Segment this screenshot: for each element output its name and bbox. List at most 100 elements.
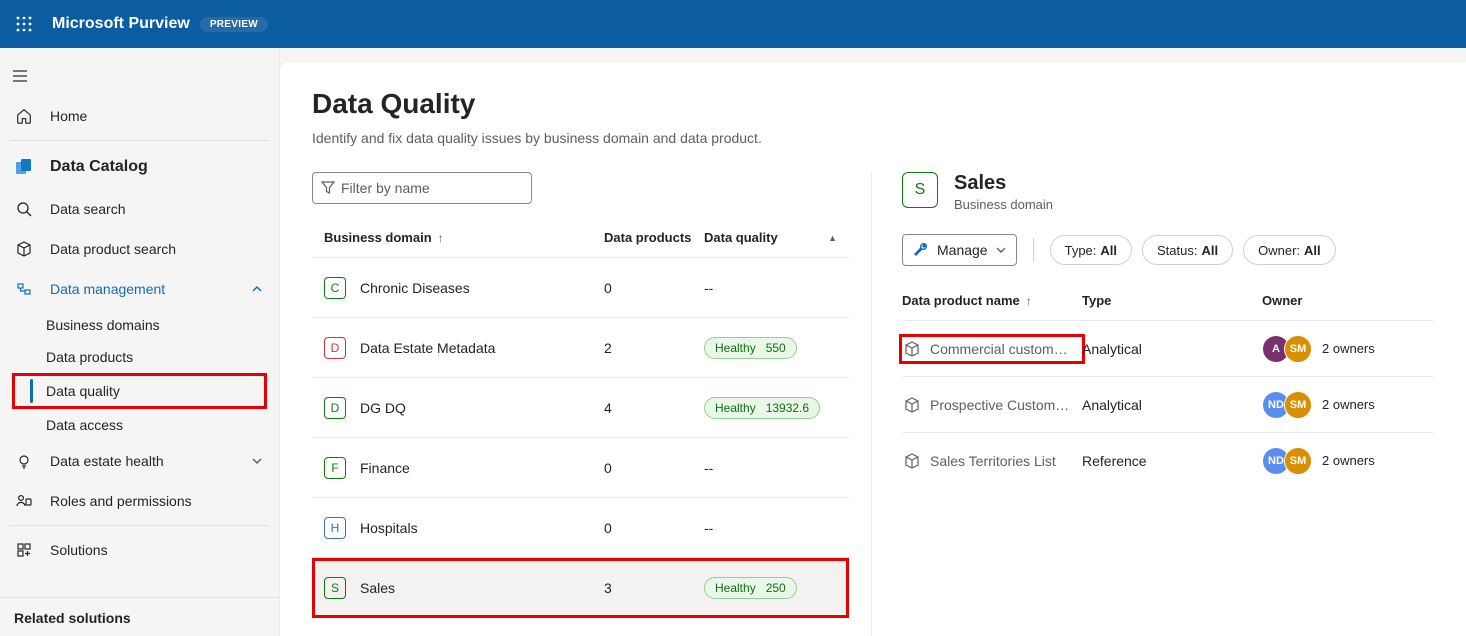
sidebar-item-roles[interactable]: Roles and permissions <box>0 481 279 521</box>
sidebar-item-solutions[interactable]: Solutions <box>0 530 279 570</box>
sort-indicator-icon: ▲ <box>828 233 837 243</box>
filter-owner[interactable]: Owner:All <box>1243 235 1336 265</box>
page-title: Data Quality <box>312 88 1434 120</box>
domain-row[interactable]: C Chronic Diseases 0 -- <box>312 258 849 318</box>
management-icon <box>14 279 34 299</box>
sidebar-item-search[interactable]: Data search <box>0 189 279 229</box>
filter-type[interactable]: Type:All <box>1050 235 1132 265</box>
product-name-cell: Prospective Custom… <box>902 393 1082 417</box>
col-owner[interactable]: Owner <box>1262 293 1434 308</box>
domain-row[interactable]: F Finance 0 -- <box>312 438 849 498</box>
col-data-products[interactable]: Data products <box>604 230 704 245</box>
col-data-quality[interactable]: Data quality▲ <box>704 230 837 245</box>
sidebar-product-search-label: Data product search <box>50 241 265 257</box>
col-business-domain[interactable]: Business domain↑ <box>324 230 604 245</box>
hamburger-icon[interactable] <box>4 60 36 92</box>
divider <box>10 140 269 141</box>
table-header: Business domain↑ Data products Data qual… <box>312 218 849 258</box>
owner-count: 2 owners <box>1322 397 1375 412</box>
dq-value: -- <box>704 280 713 296</box>
health-pill: Healthy250 <box>704 577 797 599</box>
sidebar-solutions-label: Solutions <box>50 542 265 558</box>
domain-row[interactable]: D DG DQ 4 Healthy13932.6 <box>312 378 849 438</box>
content-wrap: Data Quality Identify and fix data quali… <box>280 48 1466 636</box>
domain-row[interactable]: D Data Estate Metadata 2 Healthy550 <box>312 318 849 378</box>
sidebar-item-home[interactable]: Home <box>0 96 279 136</box>
sidebar-item-health[interactable]: Data estate health <box>0 441 279 481</box>
divider <box>10 525 269 526</box>
col-product-name[interactable]: Data product name↑ <box>902 293 1082 308</box>
product-name-cell: Sales Territories List <box>902 449 1082 473</box>
dq-value: -- <box>704 520 713 536</box>
sidebar-heading-catalog: Data Catalog <box>0 145 279 189</box>
domain-row[interactable]: S Sales 3 Healthy250 <box>312 558 849 618</box>
product-name: Sales Territories List <box>930 453 1056 469</box>
domain-row[interactable]: H Hospitals 0 -- <box>312 498 849 558</box>
health-pill: Healthy550 <box>704 337 797 359</box>
cube-icon <box>14 239 34 259</box>
chevron-down-icon <box>996 242 1006 258</box>
col-type[interactable]: Type <box>1082 293 1262 308</box>
sidebar-sub-access[interactable]: Data access <box>0 409 279 441</box>
app-launcher-icon[interactable] <box>8 8 40 40</box>
detail-subtitle: Business domain <box>954 197 1053 212</box>
avatar: SM <box>1284 391 1312 419</box>
cube-icon <box>904 397 920 413</box>
domain-product-count: 0 <box>604 280 704 296</box>
sidebar-management-label: Data management <box>50 281 235 297</box>
sidebar-sub-domains[interactable]: Business domains <box>0 309 279 341</box>
domain-name: DG DQ <box>360 400 406 416</box>
domain-product-count: 2 <box>604 340 704 356</box>
product-type: Reference <box>1082 453 1262 469</box>
sidebar-quality-label: Data quality <box>46 383 120 399</box>
sidebar-item-product-search[interactable]: Data product search <box>0 229 279 269</box>
sidebar-roles-label: Roles and permissions <box>50 493 265 509</box>
product-name: Prospective Custom… <box>930 397 1069 413</box>
detail-toolbar: Manage Type:All Status:All Owner:All <box>902 234 1434 266</box>
filter-status[interactable]: Status:All <box>1142 235 1233 265</box>
apps-icon <box>14 540 34 560</box>
sidebar-search-label: Data search <box>50 201 265 217</box>
domain-product-count: 0 <box>604 520 704 536</box>
product-row[interactable]: Commercial custom… Analytical ASM 2 owne… <box>902 320 1434 376</box>
sidebar-sub-products[interactable]: Data products <box>0 341 279 373</box>
domain-name: Chronic Diseases <box>360 280 470 296</box>
cube-icon <box>904 341 920 357</box>
product-name-cell: Commercial custom… <box>902 337 1082 361</box>
sidebar-sub-quality[interactable]: Data quality <box>14 375 265 407</box>
chevron-down-icon <box>251 454 265 468</box>
sidebar-health-label: Data estate health <box>50 453 235 469</box>
roles-icon <box>14 491 34 511</box>
wrench-icon <box>913 241 929 260</box>
domain-table: Business domain↑ Data products Data qual… <box>312 218 849 618</box>
sidebar-item-management[interactable]: Data management <box>0 269 279 309</box>
home-icon <box>14 106 34 126</box>
domain-product-count: 0 <box>604 460 704 476</box>
bulb-icon <box>14 451 34 471</box>
health-pill: Healthy13932.6 <box>704 397 820 419</box>
detail-header: S Sales Business domain <box>902 172 1434 212</box>
brand-name: Microsoft Purview <box>52 15 190 33</box>
domain-list-pane: Filter by name Business domain↑ Data pro… <box>312 172 872 636</box>
page-subtitle: Identify and fix data quality issues by … <box>312 130 1434 146</box>
product-row[interactable]: Prospective Custom… Analytical NDSM 2 ow… <box>902 376 1434 432</box>
active-indicator <box>30 379 33 403</box>
divider <box>1033 238 1034 262</box>
product-owner: NDSM 2 owners <box>1262 447 1434 475</box>
dq-value: -- <box>704 460 713 476</box>
sidebar-catalog-label: Data Catalog <box>50 158 148 176</box>
sidebar-related-heading: Related solutions <box>0 597 279 636</box>
detail-pane: S Sales Business domain Manage <box>872 172 1434 636</box>
product-row[interactable]: Sales Territories List Reference NDSM 2 … <box>902 432 1434 488</box>
manage-button[interactable]: Manage <box>902 234 1017 266</box>
filter-input[interactable]: Filter by name <box>312 172 532 204</box>
filter-icon <box>321 180 335 197</box>
chevron-up-icon <box>251 282 265 296</box>
domain-chip: S <box>324 577 346 599</box>
detail-title: Sales <box>954 172 1053 195</box>
owner-count: 2 owners <box>1322 341 1375 356</box>
top-bar: Microsoft Purview PREVIEW <box>0 0 1466 48</box>
domain-product-count: 3 <box>604 580 704 596</box>
avatar: SM <box>1284 447 1312 475</box>
domain-name: Data Estate Metadata <box>360 340 495 356</box>
